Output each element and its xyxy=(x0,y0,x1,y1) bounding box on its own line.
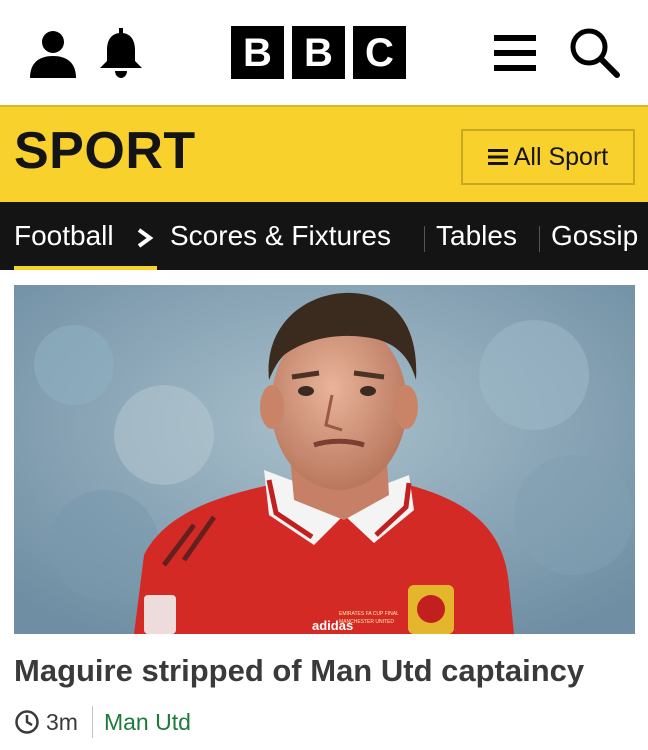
player-photo: adidas EMIRATES FA CUP FINAL MANCHESTER … xyxy=(14,285,635,634)
nav-item-gossip[interactable]: Gossip xyxy=(551,218,638,254)
bbc-logo-letter: B xyxy=(231,26,284,79)
account-icon[interactable] xyxy=(28,28,78,78)
sport-title[interactable]: SPORT xyxy=(14,125,196,177)
menu-icon[interactable] xyxy=(494,33,536,73)
bbc-logo[interactable]: B B C xyxy=(231,26,406,79)
nav-item-football[interactable]: Football xyxy=(14,218,114,254)
bbc-logo-letter: B xyxy=(292,26,345,79)
active-nav-indicator xyxy=(14,266,157,270)
sport-nav: Football Scores & Fixtures Tables Gossip xyxy=(0,202,648,270)
article-image[interactable]: adidas EMIRATES FA CUP FINAL MANCHESTER … xyxy=(14,285,635,634)
all-sport-button[interactable]: All Sport xyxy=(461,129,635,185)
article-timestamp: 3m xyxy=(46,708,78,735)
article-meta: 3m Man Utd xyxy=(14,704,191,740)
menu-icon xyxy=(487,149,508,165)
nav-item-scores-fixtures[interactable]: Scores & Fixtures xyxy=(170,218,391,254)
meta-divider xyxy=(91,706,93,738)
clock-icon xyxy=(15,710,39,734)
article-headline[interactable]: Maguire stripped of Man Utd captaincy xyxy=(14,652,638,690)
chevron-right-icon xyxy=(137,228,154,248)
nav-divider xyxy=(424,226,425,252)
nav-item-tables[interactable]: Tables xyxy=(436,218,517,254)
bell-icon[interactable] xyxy=(98,28,144,78)
nav-divider xyxy=(539,226,540,252)
top-bar: B B C xyxy=(0,0,648,105)
kit-badge-text: EMIRATES FA CUP FINAL xyxy=(339,611,399,617)
kit-club-text: MANCHESTER UNITED xyxy=(339,619,394,625)
all-sport-label: All Sport xyxy=(513,142,609,171)
bbc-logo-letter: C xyxy=(353,26,406,79)
topic-link[interactable]: Man Utd xyxy=(104,709,191,736)
search-icon[interactable] xyxy=(568,26,620,78)
sport-header: SPORT All Sport xyxy=(0,105,648,202)
